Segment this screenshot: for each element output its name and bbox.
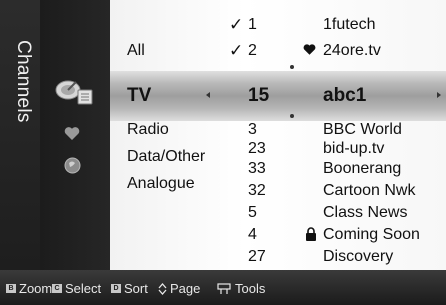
channel-name[interactable]: Class News [323,203,407,222]
left-arrow-icon[interactable] [205,92,211,98]
scroll-down-icon[interactable] [289,113,295,119]
zoom-button[interactable]: B Zoom [6,281,52,296]
channel-number[interactable]: 32 [248,181,266,200]
channel-name[interactable]: 1futech [323,15,375,34]
channel-number[interactable]: 33 [248,159,266,178]
side-title: Channels [13,40,34,123]
up-down-arrows-icon [158,282,167,295]
channel-number[interactable]: 5 [248,203,257,222]
category-analogue[interactable]: Analogue [127,174,195,193]
sort-label: Sort [124,281,148,296]
page-button[interactable]: Page [158,281,200,296]
page-label: Page [170,281,201,296]
channel-name[interactable]: Coming Soon [323,225,420,244]
scroll-up-icon[interactable] [289,64,295,70]
selected-row-highlight[interactable] [110,71,446,121]
key-d-icon: D [111,284,121,293]
channel-name[interactable]: Cartoon Nwk [323,181,415,200]
channel-number[interactable]: 2 [248,41,257,60]
icon-column [40,0,110,270]
channel-number[interactable]: 3 [248,120,257,139]
lock-icon [306,227,316,241]
channel-name[interactable]: BBC World [323,120,402,139]
key-b-icon: B [6,284,16,293]
side-strip: Channels [0,0,40,270]
channel-name[interactable]: 24ore.tv [323,41,381,60]
key-c-icon: C [52,284,62,293]
tv-antenna-icon [55,80,93,105]
select-button[interactable]: C Select [52,281,101,296]
tools-icon [217,282,231,294]
category-all[interactable]: All [127,41,145,60]
category-tv[interactable]: TV [127,86,151,105]
selected-channel-number[interactable]: 15 [248,86,269,105]
right-arrow-icon[interactable] [436,92,442,98]
channel-list-screen: Channels All TV Radio Data/Other Analogu… [0,0,446,305]
selected-channel-name[interactable]: abc1 [323,86,366,105]
tools-button[interactable]: Tools [217,281,265,296]
favorites-heart-icon[interactable] [64,126,80,141]
category-data-other[interactable]: Data/Other [127,147,205,166]
category-radio[interactable]: Radio [127,120,169,139]
channel-name[interactable]: Boonerang [323,159,401,178]
zoom-label: Zoom [19,281,53,296]
favorite-check-icon: ✓ [229,41,244,60]
heart-icon [303,44,316,55]
globe-icon[interactable] [64,157,81,174]
sort-button[interactable]: D Sort [111,281,148,296]
tools-label: Tools [235,281,266,296]
channel-number[interactable]: 1 [248,15,257,34]
select-label: Select [65,281,102,296]
channel-number[interactable]: 23 [248,139,266,158]
channel-number[interactable]: 27 [248,247,266,266]
channel-name[interactable]: Discovery [323,247,393,266]
channel-number[interactable]: 4 [248,225,257,244]
channel-name[interactable]: bid-up.tv [323,139,384,158]
favorite-check-icon: ✓ [229,15,244,34]
bottom-bar: B Zoom C Select D Sort Page Tools [0,270,446,305]
